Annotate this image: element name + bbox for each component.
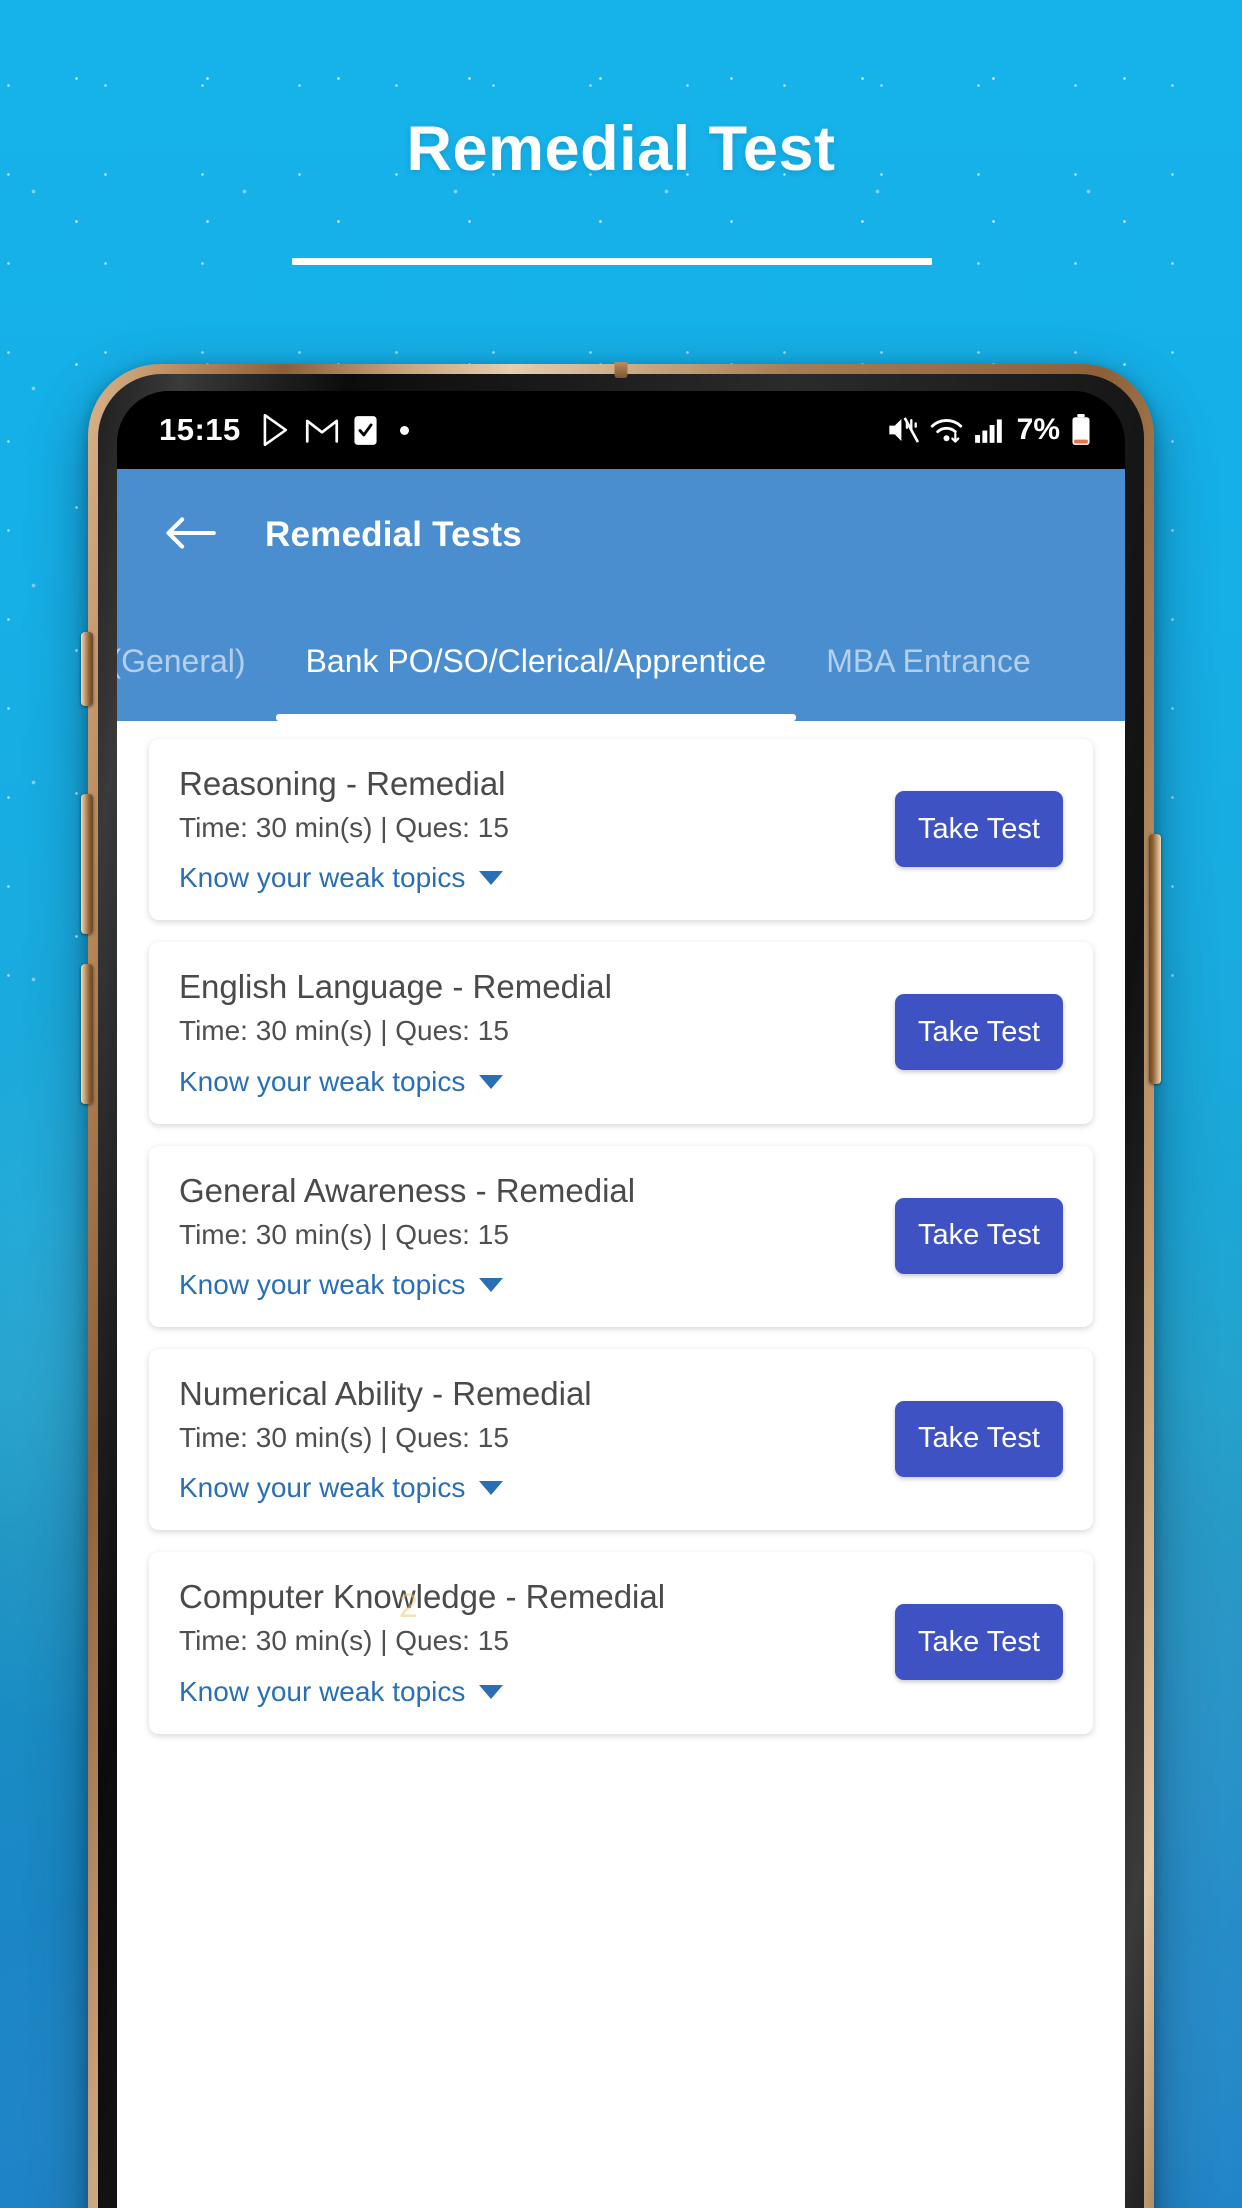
app-bar: Remedial Tests bbox=[117, 469, 1125, 601]
test-title: Numerical Ability - Remedial bbox=[179, 1374, 592, 1412]
know-weak-topics-label: Know your weak topics bbox=[179, 1065, 466, 1097]
tab-bank-po-so-clerical-apprentice[interactable]: Bank PO/SO/Clerical/Apprentice bbox=[275, 601, 797, 721]
take-test-button[interactable]: Take Test bbox=[895, 1197, 1063, 1274]
checkbox-icon bbox=[353, 415, 378, 446]
take-test-button[interactable]: Take Test bbox=[895, 1604, 1063, 1681]
phone-button-power[interactable] bbox=[1149, 834, 1161, 1084]
test-meta: Time: 30 min(s) | Ques: 15 bbox=[179, 811, 509, 843]
test-title: English Language - Remedial bbox=[179, 968, 612, 1006]
phone-button-left-top[interactable] bbox=[81, 632, 93, 706]
know-weak-topics-link[interactable]: Know your weak topics bbox=[179, 1268, 504, 1301]
know-weak-topics-label: Know your weak topics bbox=[179, 1472, 466, 1504]
test-card-info: English Language - Remedial Time: 30 min… bbox=[179, 968, 895, 1097]
status-clock: 15:15 bbox=[159, 412, 241, 447]
phone-bezel: 15:15 7% Remedial Tests (General) Bank P… bbox=[98, 374, 1144, 2208]
know-weak-topics-link[interactable]: Know your weak topics bbox=[179, 1472, 504, 1504]
take-test-button[interactable]: Take Test bbox=[895, 791, 1063, 867]
know-weak-topics-link[interactable]: Know your weak topics bbox=[179, 1065, 504, 1098]
test-card[interactable]: General Awareness - Remedial Time: 30 mi… bbox=[149, 1145, 1093, 1327]
battery-icon bbox=[1071, 414, 1091, 446]
promo-title: Remedial Test bbox=[406, 114, 836, 184]
know-weak-topics-label: Know your weak topics bbox=[179, 862, 466, 894]
take-test-button[interactable]: Take Test bbox=[895, 1400, 1063, 1477]
test-meta: Time: 30 min(s) | Ques: 15 bbox=[179, 1421, 509, 1453]
wifi-icon bbox=[930, 416, 963, 444]
promo-title-underline bbox=[292, 258, 932, 265]
status-right-icons: 7% bbox=[886, 413, 1091, 447]
status-bar: 15:15 7% bbox=[117, 391, 1125, 469]
gmail-icon bbox=[305, 416, 339, 444]
play-store-icon bbox=[261, 414, 291, 446]
app-bar-title: Remedial Tests bbox=[265, 515, 522, 554]
test-card-info: Computer Knowledge - Remedial Time: 30 m… bbox=[179, 1578, 895, 1707]
take-test-button[interactable]: Take Test bbox=[895, 994, 1063, 1071]
test-card[interactable]: Reasoning - Remedial Time: 30 min(s) | Q… bbox=[149, 739, 1093, 921]
test-title: General Awareness - Remedial bbox=[179, 1171, 636, 1209]
test-list[interactable]: Reasoning - Remedial Time: 30 min(s) | Q… bbox=[117, 721, 1125, 2208]
status-left-icons bbox=[261, 414, 409, 446]
chevron-down-icon bbox=[479, 1684, 504, 1699]
chevron-down-icon bbox=[479, 1481, 504, 1496]
mute-icon bbox=[886, 415, 919, 445]
test-card[interactable]: Numerical Ability - Remedial Time: 30 mi… bbox=[149, 1348, 1093, 1531]
back-button[interactable] bbox=[155, 500, 225, 570]
phone-antenna-band bbox=[614, 362, 628, 378]
test-title: Computer Knowledge - Remedial bbox=[179, 1578, 666, 1616]
arrow-left-icon bbox=[164, 513, 216, 558]
test-meta: Time: 30 min(s) | Ques: 15 bbox=[179, 1625, 509, 1657]
phone-button-volume-up[interactable] bbox=[81, 794, 93, 934]
tab-bar[interactable]: ...urance (General) Bank PO/SO/Clerical/… bbox=[117, 601, 1125, 721]
phone-button-volume-down[interactable] bbox=[81, 964, 93, 1104]
battery-percent-label: 7% bbox=[1016, 413, 1060, 446]
signal-icon bbox=[974, 416, 1003, 444]
tab-mba-entrance[interactable]: MBA Entrance bbox=[796, 601, 1061, 721]
know-weak-topics-label: Know your weak topics bbox=[179, 1268, 466, 1300]
chevron-down-icon bbox=[479, 1074, 504, 1089]
test-card[interactable]: English Language - Remedial Time: 30 min… bbox=[149, 942, 1093, 1124]
test-meta: Time: 30 min(s) | Ques: 15 bbox=[179, 1015, 509, 1047]
phone-mockup: 15:15 7% Remedial Tests (General) Bank P… bbox=[81, 362, 1161, 2208]
test-card[interactable]: Computer Knowledge - Remedial Time: 30 m… bbox=[149, 1552, 1093, 1734]
chevron-down-icon bbox=[479, 1277, 504, 1292]
test-title: Reasoning - Remedial bbox=[179, 765, 506, 802]
notification-dot-icon bbox=[399, 425, 409, 435]
tab-insurance-general[interactable]: ...urance (General) bbox=[117, 601, 276, 721]
phone-screen: 15:15 7% Remedial Tests (General) Bank P… bbox=[117, 391, 1125, 2208]
know-weak-topics-link[interactable]: Know your weak topics bbox=[179, 1675, 504, 1708]
test-card-info: Numerical Ability - Remedial Time: 30 mi… bbox=[179, 1375, 895, 1504]
chevron-down-icon bbox=[479, 871, 504, 886]
test-meta: Time: 30 min(s) | Ques: 15 bbox=[179, 1218, 509, 1250]
test-card-info: Reasoning - Remedial Time: 30 min(s) | Q… bbox=[179, 765, 895, 894]
know-weak-topics-link[interactable]: Know your weak topics bbox=[179, 862, 504, 894]
test-card-info: General Awareness - Remedial Time: 30 mi… bbox=[179, 1172, 895, 1301]
know-weak-topics-label: Know your weak topics bbox=[179, 1675, 466, 1707]
